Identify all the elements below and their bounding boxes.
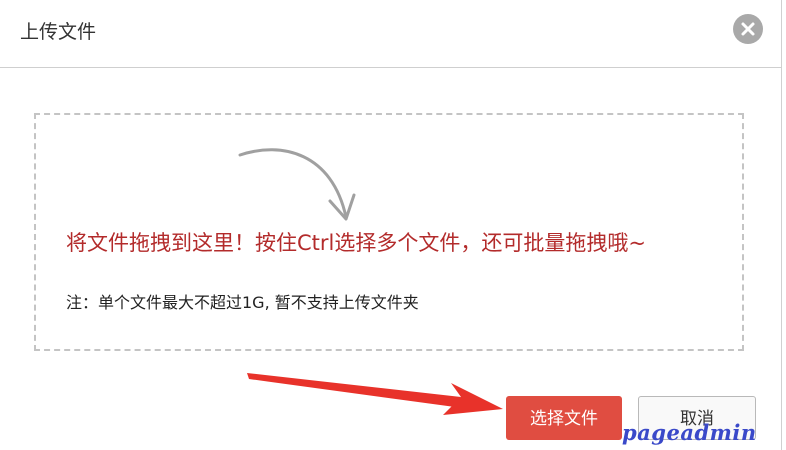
upload-limit-note: 注：单个文件最大不超过1G, 暂不支持上传文件夹 bbox=[66, 293, 419, 312]
select-files-button[interactable]: 选择文件 bbox=[506, 396, 622, 440]
close-icon bbox=[741, 22, 755, 36]
close-button[interactable] bbox=[733, 14, 763, 44]
drop-message: 将文件拖拽到这里！按住Ctrl选择多个文件，还可批量拖拽哦~ bbox=[66, 231, 646, 255]
red-arrow-icon bbox=[247, 373, 503, 415]
upload-dialog: 上传文件 将文件拖拽到这里！按住Ctrl选择多个文件，还可批量拖拽哦~ 注：单个… bbox=[0, 0, 782, 450]
dialog-header: 上传文件 bbox=[0, 0, 782, 68]
watermark: pageadmin bbox=[622, 420, 757, 445]
curved-arrow-icon bbox=[238, 148, 356, 221]
dialog-title: 上传文件 bbox=[20, 21, 97, 43]
